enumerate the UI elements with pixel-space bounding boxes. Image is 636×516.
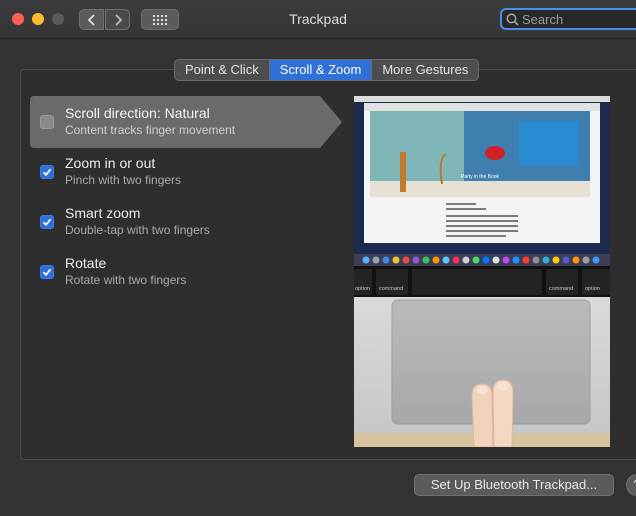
tab-bar: Point & Click Scroll & Zoom More Gesture…: [174, 59, 480, 81]
search-field[interactable]: [500, 8, 636, 30]
tab-more-gestures[interactable]: More Gestures: [372, 60, 478, 80]
option-title: Rotate: [65, 255, 107, 271]
scroll-direction-checkbox[interactable]: [40, 115, 54, 129]
checkmark-icon: [42, 218, 52, 227]
option-rotate[interactable]: Rotate Rotate with two fingers: [30, 246, 342, 298]
option-title: Scroll direction: Natural: [65, 105, 210, 121]
title-bar: Trackpad: [0, 0, 636, 39]
key-option-right: option: [585, 286, 600, 292]
key-command-right: command: [549, 286, 573, 292]
option-subtitle: Double-tap with two fingers: [65, 223, 210, 237]
checkmark-icon: [42, 168, 52, 177]
option-subtitle: Content tracks finger movement: [65, 123, 236, 137]
preview-banner-title: Party in the Book: [461, 174, 500, 180]
option-subtitle: Rotate with two fingers: [65, 273, 187, 287]
checkmark-icon: [42, 268, 52, 277]
option-smart-zoom[interactable]: Smart zoom Double-tap with two fingers: [30, 196, 342, 248]
search-icon: [506, 13, 519, 26]
option-title: Smart zoom: [65, 205, 141, 221]
setup-bluetooth-trackpad-button[interactable]: Set Up Bluetooth Trackpad...: [414, 474, 614, 496]
tab-point-click[interactable]: Point & Click: [175, 60, 270, 80]
key-option-left: option: [355, 286, 370, 292]
help-button[interactable]: ?: [626, 474, 636, 496]
search-input[interactable]: [519, 11, 636, 27]
key-command-left: command: [379, 286, 403, 292]
gesture-preview: Party in the Book option command command…: [354, 96, 610, 447]
option-title: Zoom in or out: [65, 155, 156, 171]
option-subtitle: Pinch with two fingers: [65, 173, 182, 187]
option-zoom[interactable]: Zoom in or out Pinch with two fingers: [30, 146, 342, 198]
tab-scroll-zoom[interactable]: Scroll & Zoom: [269, 60, 373, 80]
zoom-checkbox[interactable]: [40, 165, 54, 179]
smart-zoom-checkbox[interactable]: [40, 215, 54, 229]
preview-illustration: Party in the Book option command command…: [354, 96, 610, 447]
option-scroll-direction[interactable]: Scroll direction: Natural Content tracks…: [30, 96, 342, 148]
rotate-checkbox[interactable]: [40, 265, 54, 279]
